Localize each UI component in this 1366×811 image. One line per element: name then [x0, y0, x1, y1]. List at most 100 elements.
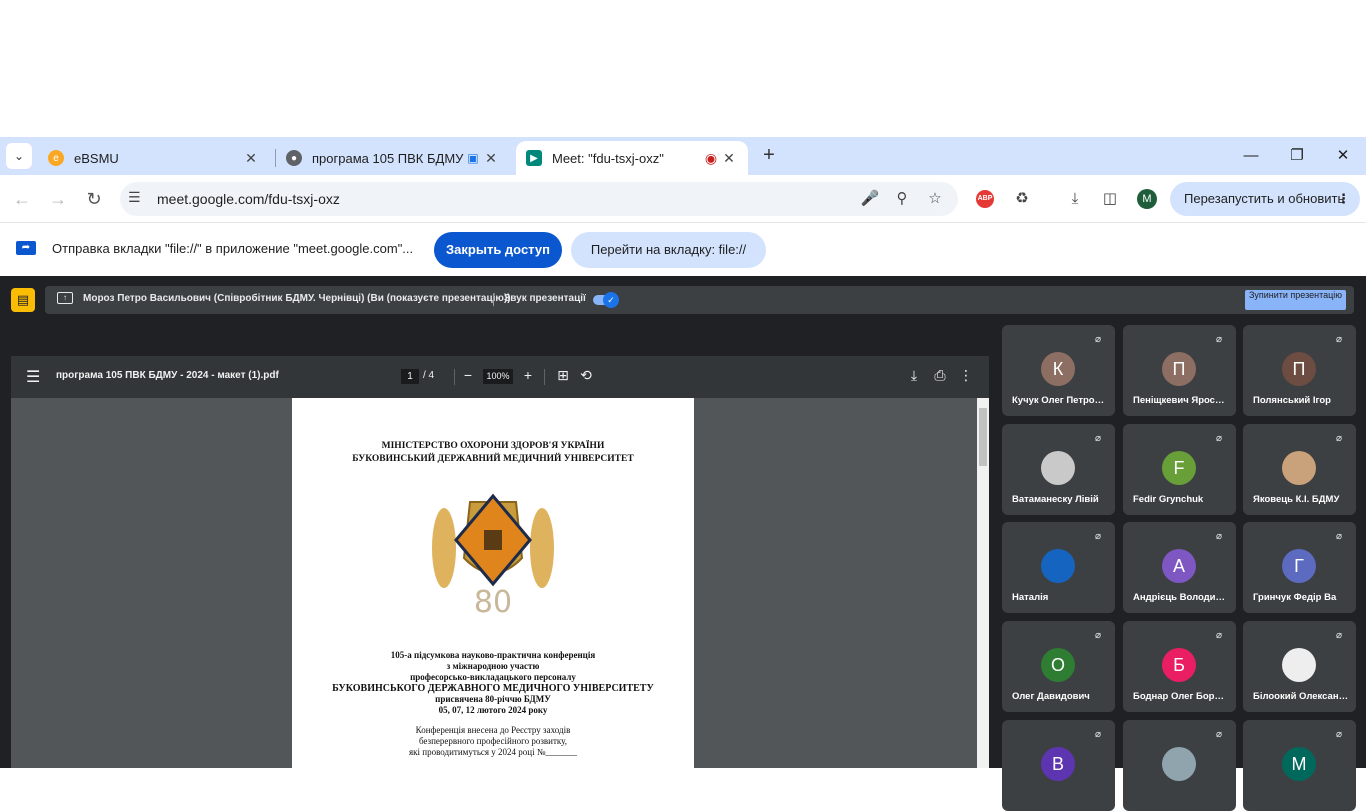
close-icon[interactable]: ✕ [482, 150, 500, 167]
avatar: М [1282, 747, 1316, 781]
participant-tile[interactable]: ⌀ Білоокий Олександр [1243, 621, 1356, 712]
participant-tile[interactable]: ⌀ Яковець К.І. БДМУ [1243, 424, 1356, 515]
microphone-muted-icon: ⌀ [1215, 334, 1223, 345]
reload-icon[interactable]: ↻ [82, 187, 106, 211]
microphone-muted-icon: ⌀ [1094, 433, 1102, 444]
participant-tile[interactable]: ⌀ П Полянський Ігор [1243, 325, 1356, 416]
tab-title: програма 105 ПВК БДМУ - [312, 150, 464, 166]
profile-avatar[interactable]: M [1137, 189, 1157, 209]
pdf-filename: програма 105 ПВК БДМУ - 2024 - макет (1)… [56, 370, 279, 381]
avatar-photo [1282, 451, 1316, 485]
page-number-input[interactable]: 1 [401, 369, 419, 384]
back-icon[interactable]: ← [10, 187, 34, 211]
participant-tile[interactable]: ⌀ Наталія [1002, 522, 1115, 613]
tab-strip: ⌄ e eBSMU ✕ ● програма 105 ПВК БДМУ - ▣ … [0, 137, 1366, 175]
microphone-muted-icon: ⌀ [1335, 729, 1343, 740]
participant-name: Боднар Олег Борисович [1133, 691, 1229, 702]
participant-tile[interactable]: ⌀ О Олег Давидович [1002, 621, 1115, 712]
page-total: / 4 [423, 370, 435, 381]
new-tab-icon[interactable]: + [758, 145, 780, 167]
presenter-name: Мороз Петро Васильович (Співробітник БДМ… [83, 293, 511, 304]
avatar: А [1162, 549, 1196, 583]
avatar-photo [1041, 451, 1075, 485]
check-icon[interactable]: ✓ [603, 292, 619, 308]
participant-tile[interactable]: ⌀ [1123, 720, 1236, 811]
participant-tile[interactable]: ⌀ Б Боднар Олег Борисович [1123, 621, 1236, 712]
tab-ebsmu[interactable]: e eBSMU ✕ [38, 141, 270, 175]
switch-to-tab-button[interactable]: Перейти на вкладку: file:// [571, 232, 766, 268]
menu-icon[interactable]: ☰ [26, 367, 40, 387]
stop-sharing-button[interactable]: Закрыть доступ [434, 232, 562, 268]
meet-stage: ▤ ↑ Мороз Петро Васильович (Співробітник… [0, 276, 1366, 811]
bookmark-star-icon[interactable]: ☆ [925, 189, 945, 207]
registry-note: Конференція внесена до Реєстру заходів б… [292, 725, 694, 758]
infobar-text: Отправка вкладки "file://" в приложение … [52, 241, 414, 256]
microphone-muted-icon: ⌀ [1335, 433, 1343, 444]
adblock-icon[interactable]: ABP [976, 190, 994, 208]
download-icon[interactable]: ⤓ [906, 367, 922, 384]
close-icon[interactable]: ✕ [242, 150, 260, 167]
participant-tile[interactable]: ⌀ Ватаманеску Лівій [1002, 424, 1115, 515]
toolbar-divider [454, 369, 455, 385]
forward-icon[interactable]: → [46, 187, 70, 211]
participant-tile[interactable]: ⌀ П Пеніщкевич Ярослав [1123, 325, 1236, 416]
recording-icon: ◉ [704, 149, 718, 166]
more-menu-icon[interactable]: ⋮ [1337, 182, 1350, 216]
window-close-icon[interactable]: ✕ [1320, 143, 1366, 169]
site-settings-icon[interactable]: ☰ [128, 189, 141, 206]
participant-tile[interactable]: ⌀ Г Гринчук Федір Ва [1243, 522, 1356, 613]
participant-tile[interactable]: ⌀ В [1002, 720, 1115, 811]
presentation-bar: ↑ Мороз Петро Васильович (Співробітник Б… [45, 286, 1354, 314]
avatar: Г [1282, 549, 1316, 583]
participant-tile[interactable]: ⌀ F Fedir Grynchuk [1123, 424, 1236, 515]
zoom-input[interactable]: 100% [483, 369, 513, 384]
microphone-muted-icon: ⌀ [1335, 531, 1343, 542]
extensions-icon[interactable]: ♻ [1011, 188, 1033, 210]
participant-tile[interactable]: ⌀ А Андрієць Володимир [1123, 522, 1236, 613]
conference-title: 105-а підсумкова науково-практична конфе… [292, 650, 694, 716]
download-icon[interactable]: ⤓ [1064, 188, 1086, 210]
fit-page-icon[interactable]: ⊞ [555, 367, 571, 384]
participant-name: Гринчук Федір Ва [1253, 592, 1337, 603]
tab-search-button[interactable]: ⌄ [6, 143, 32, 169]
zoom-out-icon[interactable]: − [460, 367, 476, 383]
restore-icon[interactable]: ❐ [1274, 143, 1320, 169]
conference-line: присвячена 80-річчю БДМУ [435, 694, 551, 704]
pdf-scrollbar-thumb[interactable] [979, 408, 987, 466]
blank-area [0, 0, 1366, 137]
bar-divider [493, 294, 494, 306]
address-bar[interactable]: ☰ meet.google.com/fdu-tsxj-oxz 🎤 ⚲ ☆ [120, 182, 958, 216]
registry-line: Конференція внесена до Реєстру заходів [415, 725, 571, 735]
pdf-viewer: ☰ програма 105 ПВК БДМУ - 2024 - макет (… [11, 356, 989, 768]
microphone-muted-icon: ⌀ [1335, 630, 1343, 641]
zoom-in-icon[interactable]: + [520, 367, 536, 383]
avatar: О [1041, 648, 1075, 682]
zoom-icon[interactable]: ⚲ [892, 189, 912, 207]
pdf-page: МІНІСТЕРСТВО ОХОРОНИ ЗДОРОВ'Я УКРАЇНИ БУ… [292, 398, 694, 768]
print-icon[interactable]: ⎙ [932, 367, 948, 384]
conference-line: 105-а підсумкова науково-практична конфе… [390, 650, 596, 660]
rotate-icon[interactable]: ⟲ [578, 367, 594, 384]
participant-name: Полянський Ігор [1253, 395, 1331, 406]
restart-update-button[interactable]: Перезапустить и обновить ⋮ [1170, 182, 1360, 216]
microphone-muted-icon: ⌀ [1215, 630, 1223, 641]
registry-line: безперервного професійного розвитку, [418, 736, 568, 746]
more-options-icon[interactable]: ⋮ [958, 367, 974, 384]
university-emblem: 80 [432, 493, 554, 618]
minimize-icon[interactable]: — [1228, 143, 1274, 169]
tab-pdf[interactable]: ● програма 105 ПВК БДМУ - ▣ ✕ [276, 141, 510, 175]
meet-favicon-icon: ▶ [526, 150, 542, 166]
avatar-photo [1282, 648, 1316, 682]
microphone-muted-icon: ⌀ [1094, 729, 1102, 740]
participant-tile[interactable]: ⌀ М [1243, 720, 1356, 811]
close-icon[interactable]: ✕ [720, 150, 738, 167]
conference-line: професорсько-викладацького персоналу [410, 672, 576, 682]
side-panel-icon[interactable]: ◫ [1099, 188, 1121, 210]
microphone-icon[interactable]: 🎤 [860, 189, 880, 207]
address-url[interactable]: meet.google.com/fdu-tsxj-oxz [157, 191, 340, 207]
avatar-photo [1041, 549, 1075, 583]
participant-tile[interactable]: ⌀ К Кучук Олег Петрович [1002, 325, 1115, 416]
stop-presenting-button[interactable]: Зупинити презентацію [1245, 290, 1346, 310]
registry-line: які проводитимуться у 2024 році №_______ [409, 747, 577, 757]
tab-meet[interactable]: ▶ Meet: "fdu-tsxj-oxz" ◉ ✕ [516, 141, 748, 175]
